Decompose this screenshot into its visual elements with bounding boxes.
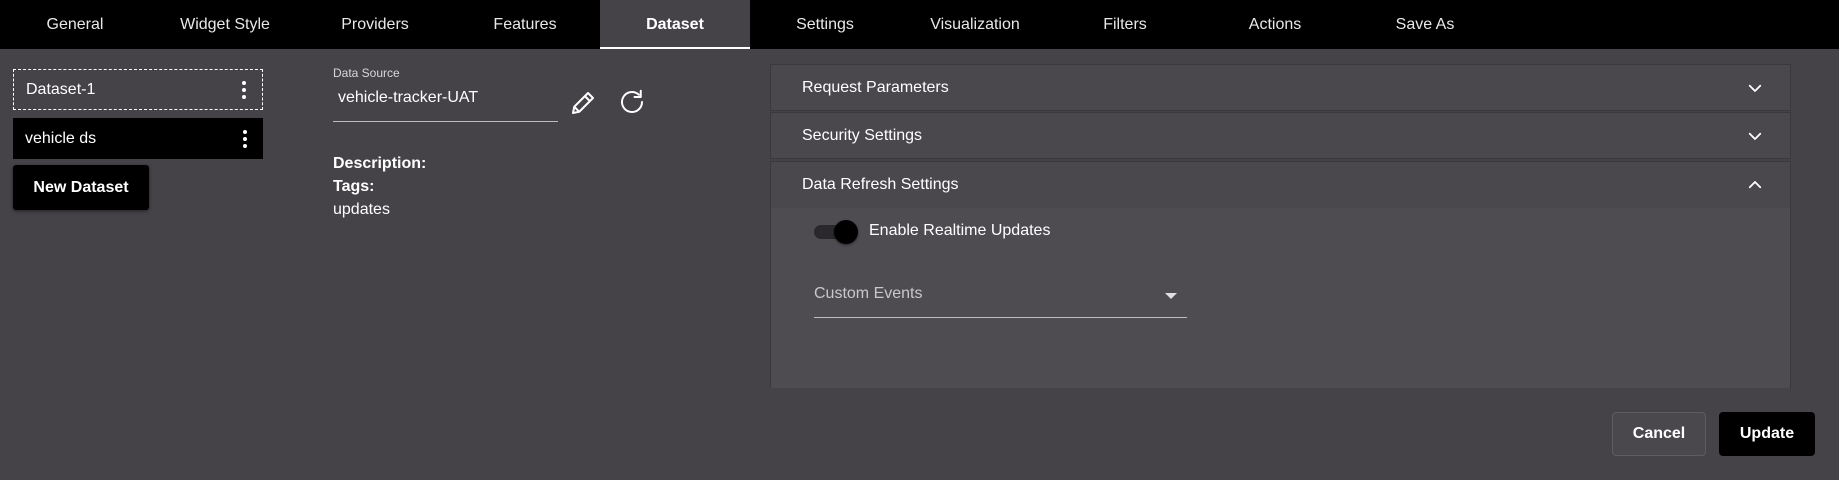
dataset-item-label: Dataset-1 [26,80,96,98]
tab-settings[interactable]: Settings [750,0,900,49]
realtime-updates-toggle[interactable] [814,220,858,244]
panel-title: Security Settings [802,127,923,144]
tab-general[interactable]: General [0,0,150,49]
chevron-down-icon [1748,132,1762,140]
more-options-icon[interactable] [239,129,251,149]
dataset-item-label: vehicle ds [25,129,97,147]
new-dataset-button[interactable]: New Dataset [13,165,149,210]
dataset-item[interactable]: vehicle ds [13,118,263,159]
custom-events-placeholder: Custom Events [814,285,923,302]
pencil-icon[interactable] [568,88,598,118]
tab-features[interactable]: Features [450,0,600,49]
tab-save-as[interactable]: Save As [1350,0,1500,49]
realtime-updates-label: Enable Realtime Updates [869,222,1051,239]
tab-actions[interactable]: Actions [1200,0,1350,49]
chevron-down-icon [1748,84,1762,92]
data-source-label: Data Source [333,66,400,80]
data-refresh-settings-header[interactable]: Data Refresh Settings [771,162,1790,208]
tab-filters[interactable]: Filters [1050,0,1200,49]
tab-bar: General Widget Style Providers Features … [0,0,1839,49]
security-settings-header[interactable]: Security Settings [771,113,1790,159]
data-refresh-settings-panel: Data Refresh Settings Enable Realtime Up… [770,161,1791,388]
request-parameters-header[interactable]: Request Parameters [771,65,1790,111]
tab-visualization[interactable]: Visualization [900,0,1050,49]
custom-events-select[interactable]: Custom Events [814,274,1187,318]
update-button[interactable]: Update [1719,412,1815,456]
cancel-button[interactable]: Cancel [1612,412,1706,456]
data-source-field[interactable]: vehicle-tracker-UAT [333,84,558,122]
tab-widget-style[interactable]: Widget Style [150,0,300,49]
tab-dataset[interactable]: Dataset [600,0,750,49]
request-parameters-panel: Request Parameters [770,64,1791,111]
security-settings-panel: Security Settings [770,112,1791,159]
more-options-icon[interactable] [238,80,250,100]
dataset-item-selected[interactable]: Dataset-1 [13,69,263,110]
dropdown-arrow-icon [1165,293,1177,299]
panel-title: Request Parameters [802,79,949,96]
panel-title: Data Refresh Settings [802,176,959,193]
description-label: Description: [333,155,427,172]
tags-label: Tags: [333,178,375,195]
refresh-icon[interactable] [617,87,647,117]
data-refresh-settings-body: Enable Realtime Updates Custom Events [771,208,1790,388]
tab-providers[interactable]: Providers [300,0,450,49]
chevron-up-icon [1748,181,1762,189]
tags-value: updates [333,201,390,218]
